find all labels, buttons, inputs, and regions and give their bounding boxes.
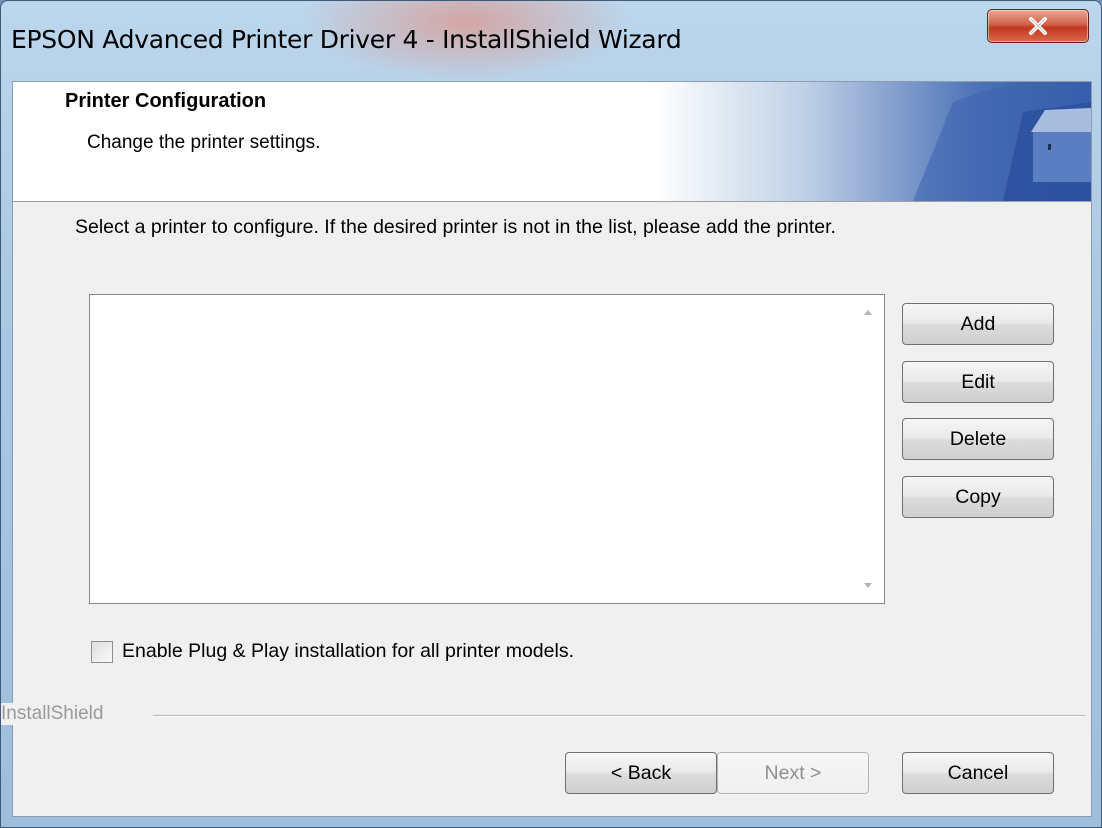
next-button[interactable]: Next > — [717, 752, 869, 794]
wizard-body: Printer Configuration Change the printer… — [1, 81, 1092, 817]
arrow-down-icon — [864, 583, 872, 588]
wizard-header: Printer Configuration Change the printer… — [13, 82, 1091, 202]
plug-and-play-option[interactable]: Enable Plug & Play installation for all … — [91, 640, 574, 663]
installshield-separator: InstallShield — [1, 703, 1091, 727]
header-banner-graphic — [653, 82, 1091, 201]
cancel-button[interactable]: Cancel — [902, 752, 1054, 794]
installer-window: EPSON Advanced Printer Driver 4 - Instal… — [0, 0, 1102, 828]
copy-button[interactable]: Copy — [902, 476, 1054, 518]
installshield-brand: InstallShield — [1, 703, 112, 725]
title-bar[interactable]: EPSON Advanced Printer Driver 4 - Instal… — [1, 1, 1101, 81]
vertical-scrollbar[interactable] — [852, 295, 884, 603]
close-icon — [1029, 17, 1047, 35]
delete-button[interactable]: Delete — [902, 418, 1054, 460]
printer-graphic-icon — [913, 82, 1091, 201]
arrow-up-icon — [864, 310, 872, 315]
plug-and-play-label[interactable]: Enable Plug & Play installation for all … — [122, 640, 574, 663]
edit-button[interactable]: Edit — [902, 361, 1054, 403]
separator-line — [153, 715, 1085, 717]
page-title: Printer Configuration — [65, 90, 267, 112]
scroll-up-button[interactable] — [852, 299, 884, 325]
instruction-text: Select a printer to configure. If the de… — [75, 216, 836, 238]
back-button[interactable]: < Back — [565, 752, 717, 794]
plug-and-play-checkbox[interactable] — [91, 640, 113, 663]
window-title: EPSON Advanced Printer Driver 4 - Instal… — [11, 25, 682, 54]
add-button[interactable]: Add — [902, 303, 1054, 345]
printer-listbox[interactable] — [89, 294, 885, 604]
close-button[interactable] — [987, 9, 1089, 43]
page-subtitle: Change the printer settings. — [87, 132, 321, 153]
scroll-down-button[interactable] — [852, 573, 884, 599]
